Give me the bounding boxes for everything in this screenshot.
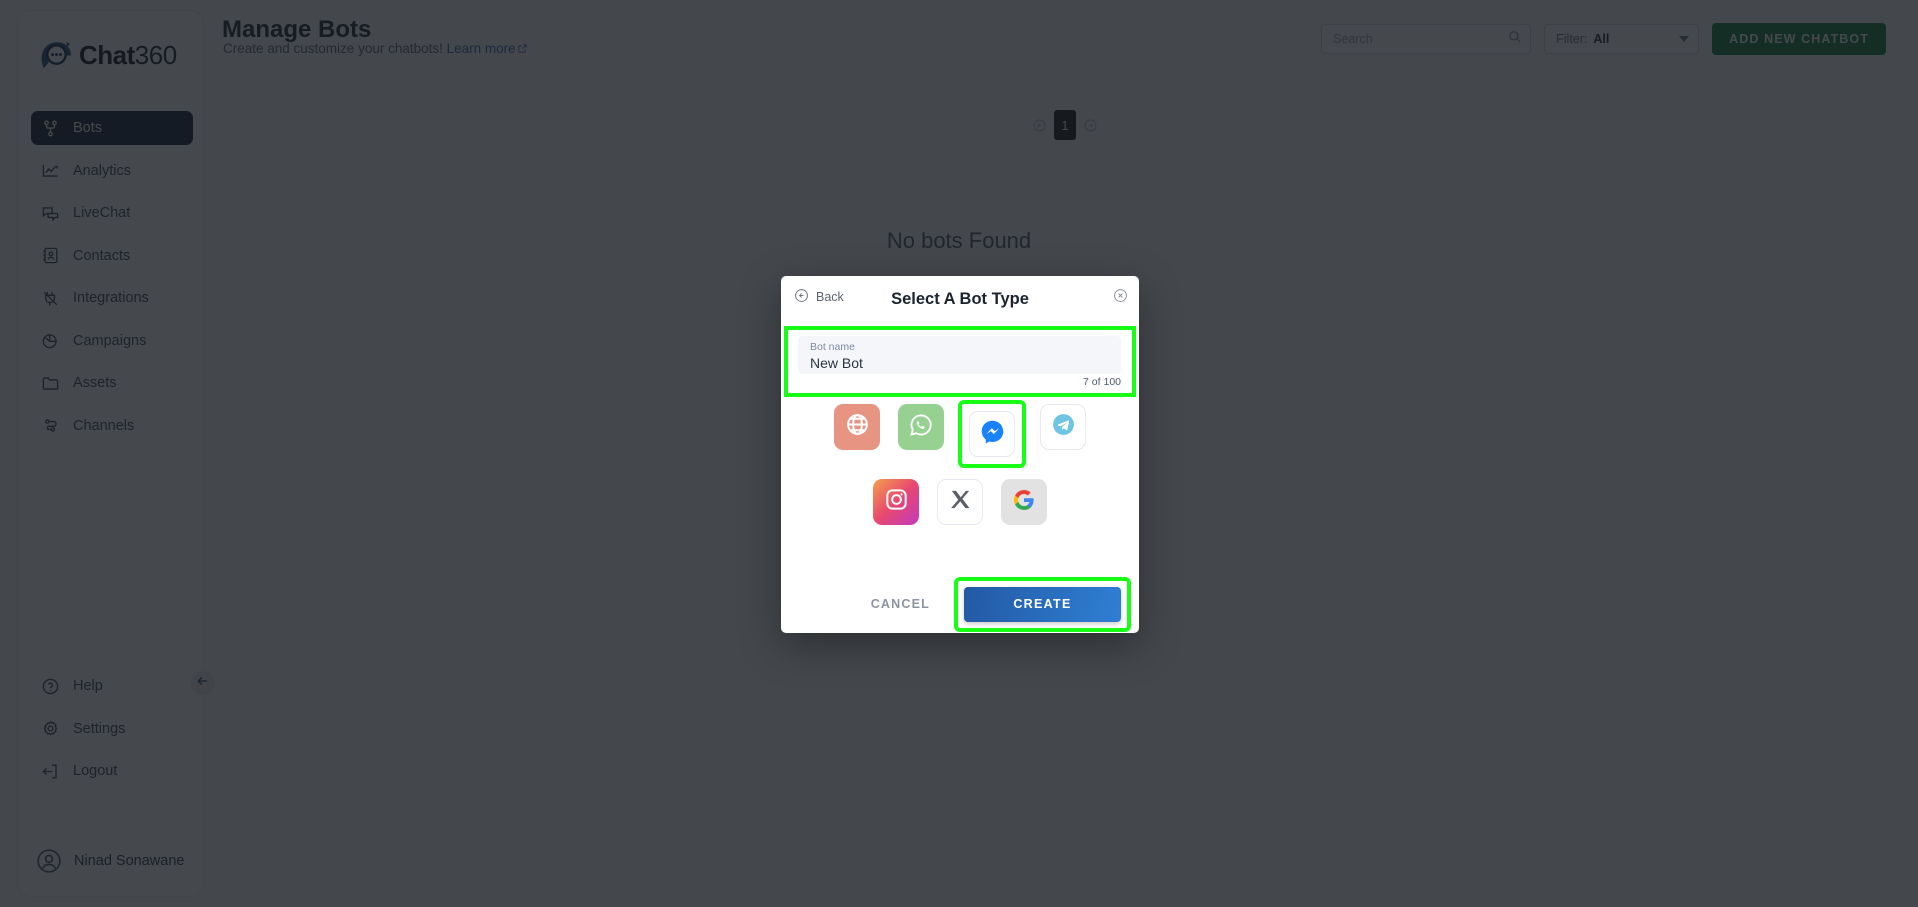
bot-type-row-2 [781,479,1139,525]
cancel-button[interactable]: CANCEL [853,589,948,619]
modal-header: Back Select A Bot Type [781,276,1139,321]
bot-type-messenger[interactable] [969,411,1015,457]
messenger-icon [979,418,1006,450]
instagram-icon [884,487,909,517]
bot-name-counter: 7 of 100 [1083,376,1121,388]
google-icon [1012,488,1036,517]
app-root: Chat360 Bots Analytics LiveChat Contac [0,0,1918,907]
bot-type-row-1 [781,400,1139,468]
bot-name-section: Bot name New Bot 7 of 100 [784,326,1136,397]
bot-type-messenger-selected-highlight [958,400,1026,468]
bot-type-x-twitter[interactable] [937,479,983,525]
select-bot-type-modal: Back Select A Bot Type Bot name New Bot … [781,276,1139,633]
modal-title: Select A Bot Type [891,290,1029,308]
x-icon [949,488,972,516]
close-circle-icon [1113,289,1128,307]
bot-type-telegram[interactable] [1040,404,1086,450]
bot-type-grid [781,400,1139,540]
bot-name-label: Bot name [810,341,855,353]
telegram-icon [1051,412,1076,442]
whatsapp-icon [908,412,934,443]
bot-name-field[interactable]: Bot name New Bot [798,336,1121,374]
create-button[interactable]: CREATE [964,586,1121,622]
create-button-highlight: CREATE [954,576,1131,632]
bot-type-web[interactable] [834,404,880,450]
close-button[interactable] [1113,288,1128,308]
bot-type-whatsapp[interactable] [898,404,944,450]
bot-type-instagram[interactable] [873,479,919,525]
bot-name-input[interactable]: New Bot [810,354,1109,373]
modal-footer: CANCEL CREATE [781,575,1139,633]
globe-icon [845,412,870,442]
bot-type-google[interactable] [1001,479,1047,525]
